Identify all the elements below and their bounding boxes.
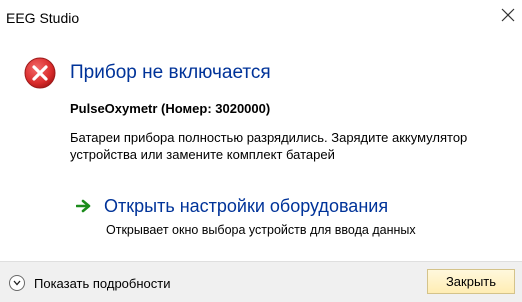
open-hardware-settings-link[interactable]: Открыть настройки оборудования Открывает… bbox=[76, 196, 496, 246]
device-info: PulseOxymetr (Номер: 3020000) bbox=[70, 101, 271, 116]
task-dialog: EEG Studio Прибор не включается PulseOxy… bbox=[0, 0, 522, 302]
title-bar: EEG Studio bbox=[0, 0, 522, 33]
content-text: Батареи прибора полностью разрядились. З… bbox=[70, 130, 468, 162]
error-icon bbox=[24, 57, 56, 89]
show-details-label: Показать подробности bbox=[34, 275, 171, 291]
show-details-toggle[interactable]: Показать подробности bbox=[9, 275, 170, 291]
window-title: EEG Studio bbox=[6, 10, 80, 26]
close-icon[interactable] bbox=[497, 4, 519, 26]
main-instruction: Прибор не включается bbox=[70, 62, 271, 83]
close-button[interactable]: Закрыть bbox=[427, 269, 515, 294]
chevron-down-icon bbox=[9, 275, 25, 291]
command-link-description: Открывает окно выбора устройств для ввод… bbox=[106, 223, 416, 237]
error-icon-wrap bbox=[24, 55, 56, 91]
dialog-footer: Показать подробности Закрыть bbox=[0, 261, 522, 302]
green-arrow-icon bbox=[76, 199, 91, 213]
command-link-title: Открыть настройки оборудования bbox=[104, 196, 389, 216]
